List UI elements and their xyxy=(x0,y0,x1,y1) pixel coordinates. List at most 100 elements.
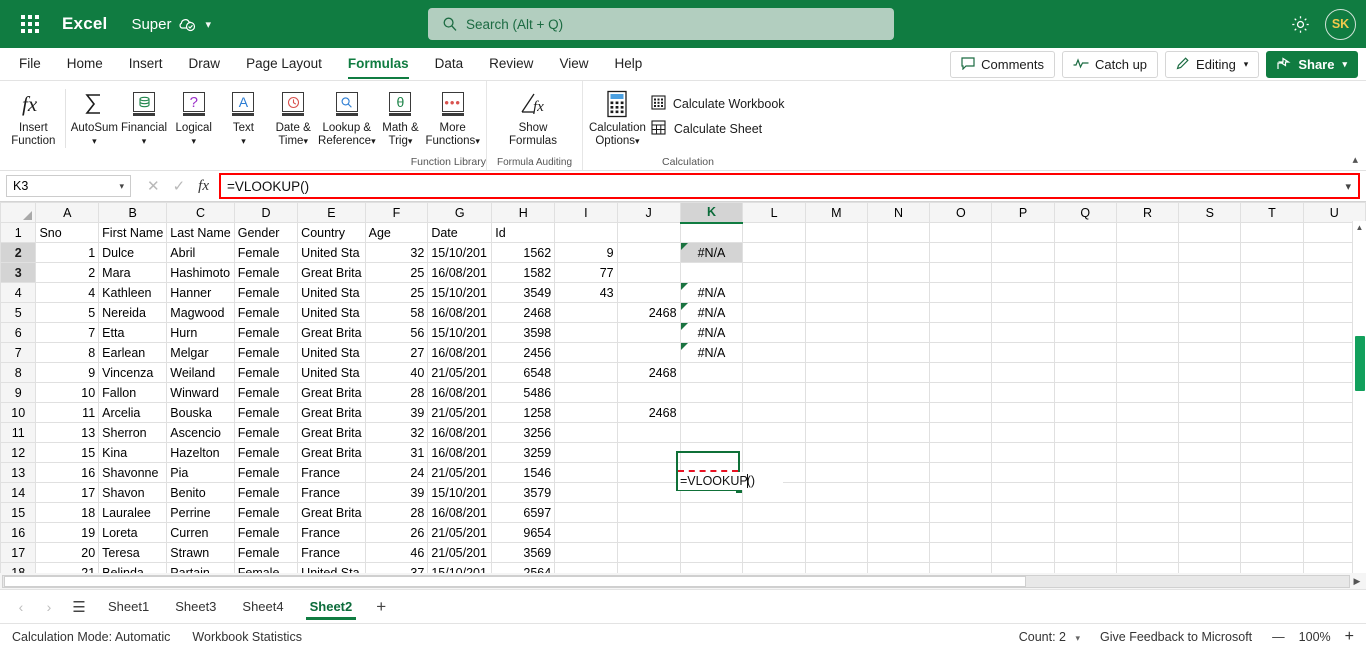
column-header-Q[interactable]: Q xyxy=(1053,202,1117,223)
cell-N2[interactable] xyxy=(866,242,931,263)
cell-K17[interactable] xyxy=(679,542,744,563)
cell-Q11[interactable] xyxy=(1053,422,1117,443)
column-header-G[interactable]: G xyxy=(427,202,493,223)
chevron-down-icon[interactable]: ▾ xyxy=(1075,633,1080,643)
cell-J5[interactable]: 2468 xyxy=(616,302,681,323)
column-header-N[interactable]: N xyxy=(866,202,931,223)
document-name[interactable]: Super xyxy=(131,16,171,33)
cell-I11[interactable] xyxy=(554,422,618,443)
cell-H5[interactable]: 2468 xyxy=(491,302,556,323)
cell-T12[interactable] xyxy=(1240,442,1304,463)
cell-F8[interactable]: 40 xyxy=(364,362,429,383)
row-header-12[interactable]: 12 xyxy=(0,442,37,463)
logical-button[interactable]: ? Logical ▾ xyxy=(169,85,219,170)
cell-T9[interactable] xyxy=(1240,382,1304,403)
cell-B1[interactable]: First Name xyxy=(98,222,168,243)
cell-Q3[interactable] xyxy=(1053,262,1117,283)
cell-P2[interactable] xyxy=(991,242,1055,263)
cell-O17[interactable] xyxy=(929,542,993,563)
cell-B8[interactable]: Vincenza xyxy=(98,362,168,383)
cell-C18[interactable]: Partain xyxy=(166,562,235,573)
cell-E6[interactable]: Great Brita xyxy=(297,322,366,343)
cell-R2[interactable] xyxy=(1115,242,1180,263)
cell-E13[interactable]: France xyxy=(297,462,366,483)
cell-B18[interactable]: Belinda xyxy=(98,562,168,573)
column-header-H[interactable]: H xyxy=(491,202,556,223)
cell-N4[interactable] xyxy=(866,282,931,303)
row-header-18[interactable]: 18 xyxy=(0,562,37,573)
cell-K7[interactable]: #N/A xyxy=(679,342,744,363)
cell-D15[interactable]: Female xyxy=(233,502,299,523)
cell-N9[interactable] xyxy=(866,382,931,403)
cell-A3[interactable]: 2 xyxy=(35,262,100,283)
cell-Q4[interactable] xyxy=(1053,282,1117,303)
cell-O2[interactable] xyxy=(929,242,993,263)
cell-H17[interactable]: 3569 xyxy=(491,542,556,563)
cell-S14[interactable] xyxy=(1178,482,1242,503)
cell-M5[interactable] xyxy=(804,302,868,323)
cell-E5[interactable]: United Sta xyxy=(297,302,366,323)
cell-K6[interactable]: #N/A xyxy=(679,322,744,343)
cell-G17[interactable]: 21/05/201 xyxy=(427,542,493,563)
cell-E16[interactable]: France xyxy=(297,522,366,543)
cell-E2[interactable]: United Sta xyxy=(297,242,366,263)
cell-G1[interactable]: Date xyxy=(427,222,493,243)
cell-Q10[interactable] xyxy=(1053,402,1117,423)
cell-B2[interactable]: Dulce xyxy=(98,242,168,263)
cell-Q16[interactable] xyxy=(1053,522,1117,543)
cell-D2[interactable]: Female xyxy=(233,242,299,263)
cell-G12[interactable]: 16/08/201 xyxy=(427,442,493,463)
cell-B4[interactable]: Kathleen xyxy=(98,282,168,303)
cell-I2[interactable]: 9 xyxy=(554,242,618,263)
cell-P8[interactable] xyxy=(991,362,1055,383)
cell-E11[interactable]: Great Brita xyxy=(297,422,366,443)
cell-K3[interactable] xyxy=(679,262,744,283)
cell-P3[interactable] xyxy=(991,262,1055,283)
cell-R1[interactable] xyxy=(1115,222,1180,243)
cell-J12[interactable] xyxy=(616,442,681,463)
cell-J16[interactable] xyxy=(616,522,681,543)
cell-E9[interactable]: Great Brita xyxy=(297,382,366,403)
workbook-statistics-button[interactable]: Workbook Statistics xyxy=(192,630,302,644)
cell-K8[interactable] xyxy=(679,362,744,383)
cell-R8[interactable] xyxy=(1115,362,1180,383)
cell-N10[interactable] xyxy=(866,402,931,423)
app-launcher-icon[interactable] xyxy=(12,6,48,42)
editing-mode-button[interactable]: Editing ▾ xyxy=(1165,51,1260,78)
cell-N1[interactable] xyxy=(866,222,931,243)
row-header-1[interactable]: 1 xyxy=(0,222,37,243)
row-header-7[interactable]: 7 xyxy=(0,342,37,363)
cell-P12[interactable] xyxy=(991,442,1055,463)
horizontal-scroll-track[interactable]: ◀ xyxy=(2,574,1350,588)
cell-R13[interactable] xyxy=(1115,462,1180,483)
cell-C4[interactable]: Hanner xyxy=(166,282,235,303)
cell-F13[interactable]: 24 xyxy=(364,462,429,483)
cell-T14[interactable] xyxy=(1240,482,1304,503)
cell-M3[interactable] xyxy=(804,262,868,283)
formula-input[interactable] xyxy=(220,175,1339,197)
cell-F6[interactable]: 56 xyxy=(364,322,429,343)
cell-O8[interactable] xyxy=(929,362,993,383)
cell-L4[interactable] xyxy=(742,282,806,303)
row-header-14[interactable]: 14 xyxy=(0,482,37,503)
share-button[interactable]: Share ▾ xyxy=(1266,51,1358,78)
cell-L18[interactable] xyxy=(742,562,806,573)
cell-D1[interactable]: Gender xyxy=(233,222,299,243)
cell-A5[interactable]: 5 xyxy=(35,302,100,323)
cell-M1[interactable] xyxy=(804,222,868,243)
row-header-2[interactable]: 2 xyxy=(0,242,37,263)
fx-icon[interactable]: fx xyxy=(198,178,209,195)
cell-O18[interactable] xyxy=(929,562,993,573)
cell-P5[interactable] xyxy=(991,302,1055,323)
cell-Q15[interactable] xyxy=(1053,502,1117,523)
cell-K18[interactable] xyxy=(679,562,744,573)
row-header-4[interactable]: 4 xyxy=(0,282,37,303)
row-header-3[interactable]: 3 xyxy=(0,262,37,283)
cell-H15[interactable]: 6597 xyxy=(491,502,556,523)
cell-S18[interactable] xyxy=(1178,562,1242,573)
cell-P13[interactable] xyxy=(991,462,1055,483)
cell-F2[interactable]: 32 xyxy=(364,242,429,263)
column-header-B[interactable]: B xyxy=(98,202,168,223)
spreadsheet-grid[interactable]: A B C D E F G H I J K L M N O P Q R S T xyxy=(0,201,1366,573)
cell-I3[interactable]: 77 xyxy=(554,262,618,283)
